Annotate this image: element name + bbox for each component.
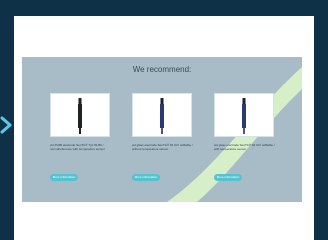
electrode-image <box>160 98 164 134</box>
more-info-button[interactable]: More information <box>50 174 78 181</box>
more-info-button[interactable]: More information <box>132 174 160 181</box>
arrow-right-icon <box>0 116 12 134</box>
product-card[interactable] <box>50 93 110 137</box>
electrode-image <box>78 98 82 134</box>
product-card[interactable] <box>214 93 274 137</box>
recommendation-panel: We recommend: pH PH95 electrode SenTix® … <box>22 57 302 202</box>
electrode-image <box>242 98 246 134</box>
section-heading: We recommend: <box>132 65 192 74</box>
product-description: pH PH95 electrode SenTix® Typ 81 Blt / n… <box>50 143 105 151</box>
product-description: pH glass electrode SenTix® 81 KCl refill… <box>214 143 275 151</box>
product-card[interactable] <box>132 93 192 137</box>
product-description: pH glass electrode SenTix® 81 KCl refill… <box>132 143 193 151</box>
more-info-button[interactable]: More information <box>214 174 242 181</box>
